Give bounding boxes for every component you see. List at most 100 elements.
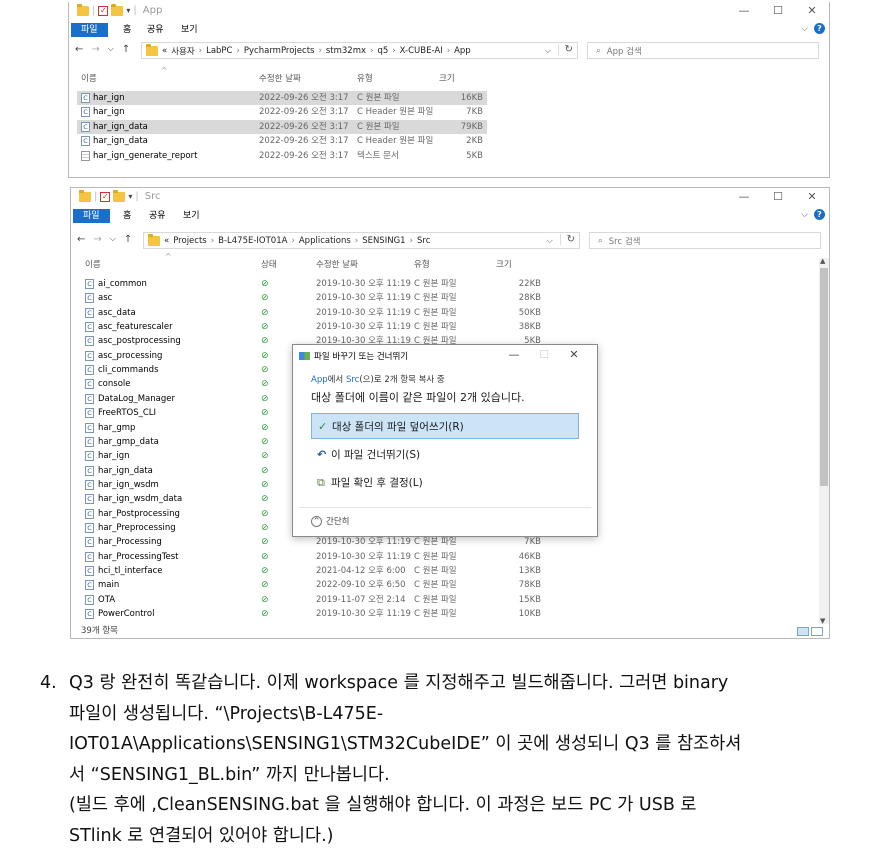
tab-view[interactable]: 보기 <box>181 23 198 37</box>
help-icon[interactable]: ? <box>814 209 825 220</box>
tab-home[interactable]: 홈 <box>123 23 131 37</box>
table-row[interactable]: Char_ign_data 2022-09-26 오전 3:17 C Header … <box>77 134 487 148</box>
address-bar[interactable]: « 사용자 › LabPC › PycharmProjects › stm32mx › … <box>141 42 578 59</box>
forward-arrow-icon[interactable]: → <box>91 44 99 55</box>
details-view-icon[interactable] <box>797 627 809 636</box>
new-folder-icon[interactable] <box>111 3 124 16</box>
col-status[interactable]: 상태 <box>261 258 277 270</box>
instruction-line: 파일이 생성됩니다. “\Projects\B-L475E- <box>69 703 384 724</box>
breadcrumb-segment[interactable]: 사용자 <box>171 45 194 57</box>
refresh-icon[interactable]: ↻ <box>559 234 575 245</box>
window-title: App <box>142 5 163 16</box>
breadcrumb-segment[interactable]: LabPC <box>206 46 232 56</box>
col-size[interactable]: 크기 <box>496 258 512 270</box>
properties-check-icon[interactable]: ✓ <box>100 191 111 202</box>
close-icon[interactable]: ✕ <box>795 190 829 203</box>
col-name[interactable]: 이름 <box>85 258 101 270</box>
fewer-details-toggle[interactable]: ^ 간단히 <box>311 515 349 527</box>
minimize-icon[interactable]: — <box>727 190 761 203</box>
back-arrow-icon[interactable]: ← <box>77 234 85 245</box>
file-name: main <box>98 580 120 591</box>
table-row[interactable]: C ⊘ main 2022-09-10 오후 6:50 C 원본 파일 78KB <box>81 578 546 592</box>
replace-files-option[interactable]: ✓ 대상 폴더의 파일 덮어쓰기(R) <box>311 413 579 439</box>
col-date[interactable]: 수정한 날짜 <box>259 72 301 84</box>
close-icon[interactable]: ✕ <box>559 348 589 361</box>
recent-chevron-icon[interactable]: ⌵ <box>110 234 116 245</box>
table-row[interactable]: Char_ign 2022-09-26 오전 3:17 C Header 원본 파일… <box>77 105 487 119</box>
maximize-icon[interactable]: ☐ <box>761 4 795 17</box>
large-icons-view-icon[interactable] <box>811 627 823 636</box>
breadcrumb-segment[interactable]: Src <box>417 236 430 246</box>
address-dropdown-icon[interactable]: ⌵ <box>547 236 553 246</box>
table-row[interactable]: C ⊘ asc_data 2019-10-30 오후 11:19 C 원본 파일 50KB <box>81 306 546 320</box>
col-name[interactable]: 이름 <box>81 72 97 84</box>
table-row[interactable]: C ⊘ har_ProcessingTest 2019-10-30 오후 11:19 C… <box>81 550 546 564</box>
ribbon-right: ⌵ ? <box>801 23 825 34</box>
col-date[interactable]: 수정한 날짜 <box>316 258 358 270</box>
breadcrumb-segment[interactable]: B-L475E-IOT01A <box>218 236 287 246</box>
dropdown-icon[interactable]: ▾ <box>128 192 132 201</box>
address-dropdown-icon[interactable]: ⌵ <box>545 46 551 56</box>
breadcrumb-segment[interactable]: Projects <box>173 236 207 246</box>
breadcrumb-segment[interactable]: X-CUBE-AI <box>400 46 443 56</box>
recent-chevron-icon[interactable]: ⌵ <box>108 44 114 55</box>
scroll-down-icon[interactable]: ▼ <box>820 617 825 625</box>
skip-files-option[interactable]: ↶ 이 파일 건너뛰기(S) <box>311 442 579 468</box>
table-row[interactable]: har_ign_generate_report 2022-09-26 오전 3:1… <box>77 149 487 163</box>
breadcrumb-segment[interactable]: PycharmProjects <box>244 46 315 56</box>
tab-share[interactable]: 공유 <box>149 209 166 223</box>
table-row[interactable]: C ⊘ ai_common 2019-10-30 오후 11:19 C 원본 파일 22K… <box>81 277 546 291</box>
table-row[interactable]: C ⊘ asc 2019-10-30 오후 11:19 C 원본 파일 28KB <box>81 291 546 305</box>
forward-arrow-icon[interactable]: → <box>93 234 101 245</box>
up-arrow-icon[interactable]: ↑ <box>124 234 132 245</box>
close-icon[interactable]: ✕ <box>795 4 829 17</box>
chevron-down-icon[interactable]: ⌵ <box>801 210 808 220</box>
vertical-scrollbar[interactable]: ▲ ▼ <box>819 257 829 625</box>
c-file-icon: C <box>85 365 94 376</box>
back-arrow-icon[interactable]: ← <box>75 44 83 55</box>
help-icon[interactable]: ? <box>814 23 825 34</box>
scrollbar-thumb[interactable] <box>820 268 828 486</box>
properties-check-icon[interactable]: ✓ <box>98 5 109 16</box>
col-type[interactable]: 유형 <box>357 72 373 84</box>
breadcrumb-segment[interactable]: Applications <box>299 236 351 246</box>
scroll-up-icon[interactable]: ▲ <box>820 257 825 265</box>
tab-view[interactable]: 보기 <box>183 209 200 223</box>
maximize-icon[interactable]: ☐ <box>761 190 795 203</box>
table-row[interactable]: C ⊘ OTA 2019-11-07 오전 2:14 C 원본 파일 15KB <box>81 593 546 607</box>
tab-file[interactable]: 파일 <box>73 209 110 223</box>
table-row[interactable]: Char_ign 2022-09-26 오전 3:17 C 원본 파일 16KB <box>77 91 487 105</box>
tab-home[interactable]: 홈 <box>123 209 131 223</box>
search-box[interactable]: ⌕ App 검색 <box>587 42 819 59</box>
table-row[interactable]: Char_ign_data 2022-09-26 오전 3:17 C 원본 파일 79… <box>77 119 487 134</box>
table-row[interactable]: C ⊘ hci_tl_interface 2021-04-12 오후 6:00 C 원본… <box>81 564 546 578</box>
col-size[interactable]: 크기 <box>439 72 455 84</box>
tab-share[interactable]: 공유 <box>147 23 164 37</box>
destination-folder-link[interactable]: Src <box>346 375 359 385</box>
source-folder-link[interactable]: App <box>311 375 328 385</box>
table-row[interactable]: C ⊘ PowerControl 2019-10-30 오후 11:19 C 원본 파일… <box>81 607 546 621</box>
address-overflow[interactable]: « <box>162 46 167 56</box>
instruction-line: Q3 랑 완전히 똑같습니다. 이제 workspace 를 지정해주고 빌드해… <box>69 673 729 693</box>
col-type[interactable]: 유형 <box>414 258 430 270</box>
new-folder-icon[interactable] <box>113 189 126 202</box>
address-overflow[interactable]: « <box>164 236 169 246</box>
table-row[interactable]: C ⊘ har_Processing 2019-10-30 오후 11:19 C 원본 … <box>81 535 546 549</box>
breadcrumb-segment[interactable]: App <box>454 46 471 56</box>
file-size: 16KB <box>460 93 483 103</box>
breadcrumb-segment[interactable]: q5 <box>377 46 388 56</box>
minimize-icon[interactable]: — <box>727 4 761 17</box>
chevron-down-icon[interactable]: ⌵ <box>801 24 808 34</box>
refresh-icon[interactable]: ↻ <box>557 44 573 55</box>
address-bar[interactable]: « Projects › B-L475E-IOT01A › Applications… <box>143 232 580 249</box>
minimize-icon[interactable]: — <box>499 348 529 361</box>
up-arrow-icon[interactable]: ↑ <box>122 44 130 55</box>
dropdown-icon[interactable]: ▾ <box>126 6 130 15</box>
decide-each-option[interactable]: ⧉ 파일 확인 후 결정(L) <box>311 470 579 496</box>
table-row[interactable]: C ⊘ asc_featurescaler 2019-10-30 오후 11:19 C … <box>81 320 546 334</box>
tab-file[interactable]: 파일 <box>71 23 108 37</box>
breadcrumb-segment[interactable]: SENSING1 <box>362 236 405 246</box>
fewer-details-label: 간단히 <box>326 517 350 527</box>
breadcrumb-segment[interactable]: stm32mx <box>326 46 366 56</box>
search-box[interactable]: ⌕ Src 검색 <box>589 232 821 249</box>
